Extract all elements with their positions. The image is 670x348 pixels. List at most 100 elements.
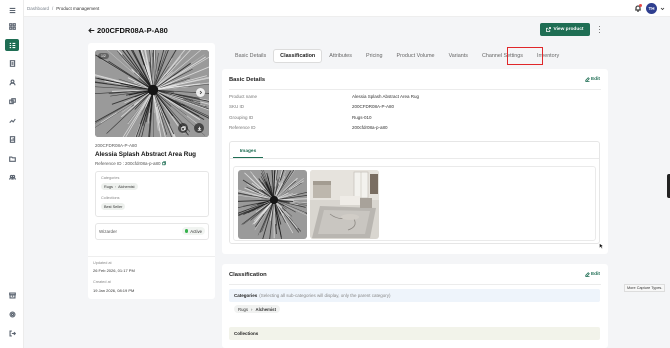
chart-icon[interactable] (7, 115, 17, 125)
divider (230, 158, 599, 159)
images-panel: Images (229, 141, 600, 244)
tab-classification[interactable]: Classification (273, 49, 323, 63)
category-child: Alchemist (118, 184, 135, 189)
mouse-cursor-icon (599, 243, 604, 249)
settings-icon[interactable] (7, 309, 17, 319)
chevron-right-icon[interactable] (196, 88, 205, 97)
status-text: Active (190, 228, 202, 234)
category-chip: Rugs › Alchemist (101, 183, 138, 190)
capture-tooltip: More Capture Types. (624, 284, 666, 292)
category-chip: Rugs › Alchemist (234, 305, 281, 313)
updated-value: 26 Feb 2026, 01:17 PM (93, 268, 135, 273)
field-value: Alessia Splash Abstract Area Rug (352, 94, 420, 99)
reference-label: Reference ID : (95, 161, 125, 166)
catalog-icon[interactable] (5, 39, 19, 51)
field-label: Reference ID (229, 125, 256, 130)
tab-variants[interactable]: Variants (442, 49, 475, 63)
edit-basic-details-button[interactable]: Edit (585, 77, 600, 82)
tab-product-volume[interactable]: Product Volume (390, 49, 442, 63)
chevron-right-icon: › (251, 306, 253, 312)
divider (229, 89, 601, 90)
wizarder-box: Wizarder Active (95, 223, 209, 240)
categories-hint: (Selecting all sub-categories will displ… (259, 293, 391, 298)
top-bar: Dashboard / Product management (24, 0, 670, 17)
external-link-icon (546, 27, 552, 32)
field-value: Rugs-010 (352, 115, 372, 120)
field-value: 200CFDR08A-P-A80 (352, 104, 395, 109)
edit-label: Edit (590, 272, 600, 277)
categories-header: Categories (Selecting all sub-categories… (229, 289, 600, 302)
folder-icon[interactable] (7, 153, 17, 163)
tab-images[interactable]: Images (233, 145, 263, 158)
category-child: Alchemist (255, 306, 277, 312)
breadcrumb-separator: / (52, 5, 54, 11)
status-badge[interactable]: Active (181, 227, 205, 235)
field-label: SKU ID (229, 104, 245, 109)
user-icon[interactable] (7, 77, 17, 87)
product-image[interactable]: 1/2 (95, 50, 209, 137)
breadcrumb: Dashboard / Product management (27, 6, 99, 11)
categories-box: Categories Rugs › Alchemist Collections … (95, 171, 209, 217)
report-icon[interactable] (7, 134, 17, 144)
edit-icon (585, 77, 590, 82)
created-value: 19 Jan 2026, 08:19 PM (93, 288, 135, 293)
users-icon[interactable] (7, 172, 17, 182)
chevron-right-icon: › (114, 184, 117, 189)
status-dot-icon (184, 229, 189, 233)
updated-label: Updated at (93, 261, 112, 265)
categories-label: Categories (101, 176, 120, 180)
product-reference: Reference ID : 200cfdr08a-p-a80 (95, 161, 166, 166)
layers-icon[interactable] (7, 96, 17, 106)
more-options-icon[interactable] (597, 25, 602, 34)
logout-icon[interactable] (7, 328, 17, 338)
wizarder-label: Wizarder (99, 229, 118, 234)
tab-basic-details[interactable]: Basic Details (228, 49, 273, 63)
product-summary-card: 1/2 200CFDR08A-P-A80 Alessia Splash Abst… (88, 43, 215, 299)
image-counter-badge: 1/2 (98, 53, 109, 59)
edit-icon (585, 272, 590, 277)
archive-icon[interactable] (7, 290, 17, 300)
back-arrow-icon[interactable] (88, 27, 95, 34)
basic-details-title: Basic Details (229, 77, 266, 83)
divider (229, 284, 601, 285)
image-thumbnail[interactable] (238, 170, 307, 239)
chevron-down-icon[interactable] (660, 6, 665, 11)
image-thumbnail[interactable] (310, 170, 379, 239)
document-icon[interactable] (7, 58, 17, 68)
breadcrumb-home[interactable]: Dashboard (27, 6, 49, 11)
created-label: Created at (93, 280, 111, 284)
tab-attributes[interactable]: Attributes (322, 49, 359, 63)
copy-icon[interactable] (178, 123, 188, 133)
page-title: 200CFDR08A-P-A80 (97, 26, 168, 35)
collections-label: Collections (101, 196, 120, 200)
breadcrumb-current: Product management (56, 5, 100, 11)
classification-title: Classification (229, 272, 267, 278)
notification-dot (639, 4, 642, 7)
categories-label: Categories (234, 293, 258, 298)
edit-classification-button[interactable]: Edit (585, 272, 600, 277)
field-label: Product name (229, 94, 258, 99)
field-value: 200cfdr08a-p-a80 (352, 125, 388, 130)
sidebar (0, 0, 24, 348)
basic-details-card: Basic Details Edit Product name Alessia … (222, 69, 608, 254)
classification-card: Classification Edit Categories (Selectin… (222, 264, 608, 348)
tab-pricing[interactable]: Pricing (359, 49, 389, 63)
avatar[interactable]: TH (646, 3, 657, 14)
view-product-button[interactable]: View product (540, 23, 590, 36)
download-icon[interactable] (194, 123, 204, 133)
collections-header: Collections (229, 327, 600, 340)
category-parent: Rugs (238, 306, 249, 312)
copy-icon[interactable] (161, 161, 167, 166)
field-label: Grouping ID (229, 115, 254, 120)
image-gallery (233, 166, 596, 241)
menu-icon[interactable] (7, 5, 17, 15)
edit-label: Edit (590, 77, 600, 82)
collection-chip: Best Seller (101, 203, 126, 210)
reference-value: 200cfdr08a-p-a80 (125, 161, 161, 166)
dashboard-icon[interactable] (7, 21, 17, 31)
divider (88, 256, 215, 257)
product-sku: 200CFDR08A-P-A80 (95, 143, 138, 148)
notification-bell-icon[interactable] (634, 4, 642, 12)
view-product-label: View product (553, 27, 584, 32)
product-name: Alessia Splash Abstract Area Rug (95, 151, 197, 158)
